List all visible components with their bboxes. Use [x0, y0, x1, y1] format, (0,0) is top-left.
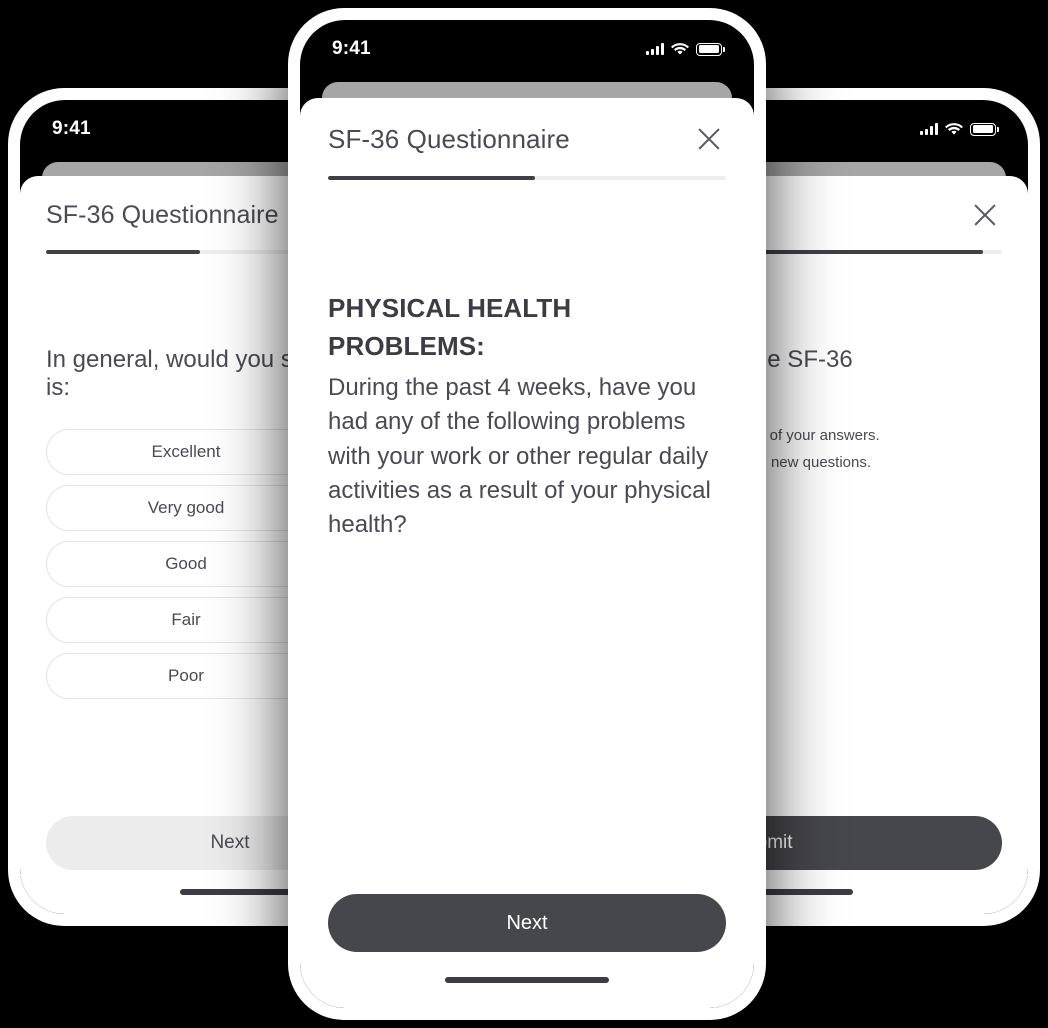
status-bar-icons: [646, 42, 725, 56]
next-button-center[interactable]: Next: [328, 894, 726, 952]
questionnaire-sheet-center: SF-36 Questionnaire PHYSICAL HEALTH PROB…: [300, 98, 754, 1008]
status-bar-center: 9:41: [300, 20, 754, 78]
section-heading-center: PHYSICAL HEALTH PROBLEMS:: [328, 293, 572, 361]
close-icon[interactable]: [692, 122, 726, 156]
phone-mockup-center: 9:41 SF-36 Questionnaire PHYSICAL HEALTH…: [288, 8, 766, 1020]
option-very-good[interactable]: Very good: [46, 484, 326, 531]
phone-screen-center: 9:41 SF-36 Questionnaire PHYSICAL HEALTH…: [300, 20, 754, 1008]
status-bar-time: 9:41: [332, 38, 371, 59]
sheet-title-left: SF-36 Questionnaire: [46, 200, 279, 229]
home-indicator-center: [300, 952, 754, 1008]
home-indicator-bar: [445, 977, 609, 983]
screenshot-stage: 9:41 SF-36 Questionnaire In general, wou…: [0, 0, 1048, 1028]
question-text-center: During the past 4 weeks, have you had an…: [328, 374, 711, 538]
option-good[interactable]: Good: [46, 540, 326, 587]
sheet-body-center: PHYSICAL HEALTH PROBLEMS: During the pas…: [300, 180, 754, 894]
sheet-title-center: SF-36 Questionnaire: [328, 123, 570, 154]
option-excellent[interactable]: Excellent: [46, 428, 326, 475]
close-icon[interactable]: [968, 198, 1002, 232]
option-poor[interactable]: Poor: [46, 652, 326, 699]
sheet-footer-center: Next: [300, 894, 754, 952]
status-bar-icons: [920, 122, 999, 136]
status-bar-time: 9:41: [52, 118, 91, 139]
cellular-signal-icon: [646, 43, 664, 55]
cellular-signal-icon: [920, 123, 938, 135]
option-fair[interactable]: Fair: [46, 596, 326, 643]
wifi-icon: [945, 122, 963, 136]
battery-icon: [970, 122, 999, 136]
sheet-header-center: SF-36 Questionnaire: [300, 98, 754, 156]
battery-icon: [696, 42, 725, 56]
wifi-icon: [671, 42, 689, 56]
